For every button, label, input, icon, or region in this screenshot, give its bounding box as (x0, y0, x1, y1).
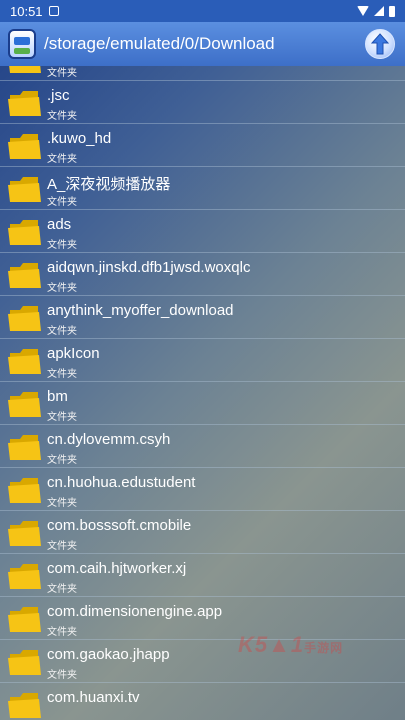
folder-icon (8, 693, 41, 718)
item-type: 文件夹 (47, 154, 77, 165)
item-type: 文件夹 (47, 670, 77, 681)
list-item[interactable]: cn.huohua.edustudent 文件夹 (0, 468, 405, 511)
item-type: 文件夹 (47, 197, 77, 208)
list-item[interactable]: anythink_myoffer_download 文件夹 (0, 296, 405, 339)
folder-icon (8, 392, 41, 417)
list-item[interactable]: apkIcon 文件夹 (0, 339, 405, 382)
item-type: 文件夹 (47, 326, 77, 337)
list-item[interactable]: ads 文件夹 (0, 210, 405, 253)
item-name: apkIcon (47, 345, 100, 362)
file-list: 文件夹 .jsc 文件夹 .kuwo_hd 文件夹 A_深夜视频播放器 文件夹 … (0, 66, 405, 720)
list-item[interactable]: 文件夹 (0, 66, 405, 81)
item-name: cn.dylovemm.csyh (47, 431, 171, 448)
battery-icon (389, 5, 395, 17)
list-item[interactable]: aidqwn.jinskd.dfb1jwsd.woxqlc 文件夹 (0, 253, 405, 296)
list-item[interactable]: bm 文件夹 (0, 382, 405, 425)
signal-icon (374, 6, 384, 16)
item-name: anythink_myoffer_download (47, 302, 234, 319)
wifi-icon (357, 6, 369, 16)
item-name: com.dimensionengine.app (47, 603, 223, 620)
item-type: 文件夹 (47, 369, 77, 380)
list-item[interactable]: .jsc 文件夹 (0, 81, 405, 124)
status-icons (357, 5, 395, 17)
app-icon (8, 29, 36, 59)
item-name: ads (47, 216, 72, 233)
item-name: com.caih.hjtworker.xj (47, 560, 187, 577)
folder-icon (8, 650, 41, 675)
notification-icon (48, 6, 59, 16)
item-type: 文件夹 (47, 283, 77, 294)
folder-icon (9, 66, 41, 73)
folder-icon (8, 263, 41, 288)
item-name: com.huanxi.tv (47, 689, 140, 706)
item-type: 文件夹 (47, 498, 77, 509)
item-type: 文件夹 (47, 412, 77, 423)
list-item[interactable]: com.caih.hjtworker.xj 文件夹 (0, 554, 405, 597)
list-item[interactable]: A_深夜视频播放器 文件夹 (0, 167, 405, 210)
folder-icon (8, 91, 41, 116)
list-item[interactable]: com.gaokao.jhapp 文件夹 (0, 640, 405, 683)
list-item[interactable]: com.huanxi.tv (0, 683, 405, 720)
item-type: 文件夹 (47, 627, 77, 638)
item-name: .kuwo_hd (47, 130, 112, 147)
status-time: 10:51 (10, 3, 43, 19)
item-type: 文件夹 (47, 584, 77, 595)
item-name: aidqwn.jinskd.dfb1jwsd.woxqlc (47, 259, 251, 276)
folder-icon (8, 134, 41, 159)
folder-icon (8, 220, 41, 245)
list-item[interactable]: cn.dylovemm.csyh 文件夹 (0, 425, 405, 468)
status-bar: 10:51 (0, 0, 405, 22)
folder-icon (8, 306, 41, 331)
list-item[interactable]: com.bosssoft.cmobile 文件夹 (0, 511, 405, 554)
folder-icon (8, 349, 41, 374)
item-name: com.gaokao.jhapp (47, 646, 170, 663)
item-name: com.bosssoft.cmobile (47, 517, 192, 534)
item-type: 文件夹 (47, 111, 77, 122)
up-button[interactable] (365, 29, 395, 59)
list-item[interactable]: .kuwo_hd 文件夹 (0, 124, 405, 167)
up-arrow-icon (371, 33, 389, 55)
item-type: 文件夹 (47, 541, 77, 552)
item-name: bm (47, 388, 68, 405)
list-item[interactable]: com.dimensionengine.app 文件夹 (0, 597, 405, 640)
item-type: 文件夹 (47, 240, 77, 251)
watermark-logo: K5▲1手游网 (238, 632, 344, 657)
folder-icon (8, 435, 41, 460)
folder-icon (8, 478, 41, 503)
current-path: /storage/emulated/0/Download (44, 34, 275, 53)
folder-icon (8, 177, 41, 202)
item-name: .jsc (47, 87, 70, 104)
item-type: 文件夹 (47, 68, 77, 79)
item-name: A_深夜视频播放器 (47, 176, 171, 193)
folder-icon (8, 607, 41, 632)
item-type: 文件夹 (47, 455, 77, 466)
folder-icon (8, 564, 41, 589)
toolbar: /storage/emulated/0/Download (0, 22, 405, 66)
folder-icon (8, 521, 41, 546)
item-name: cn.huohua.edustudent (47, 474, 196, 491)
